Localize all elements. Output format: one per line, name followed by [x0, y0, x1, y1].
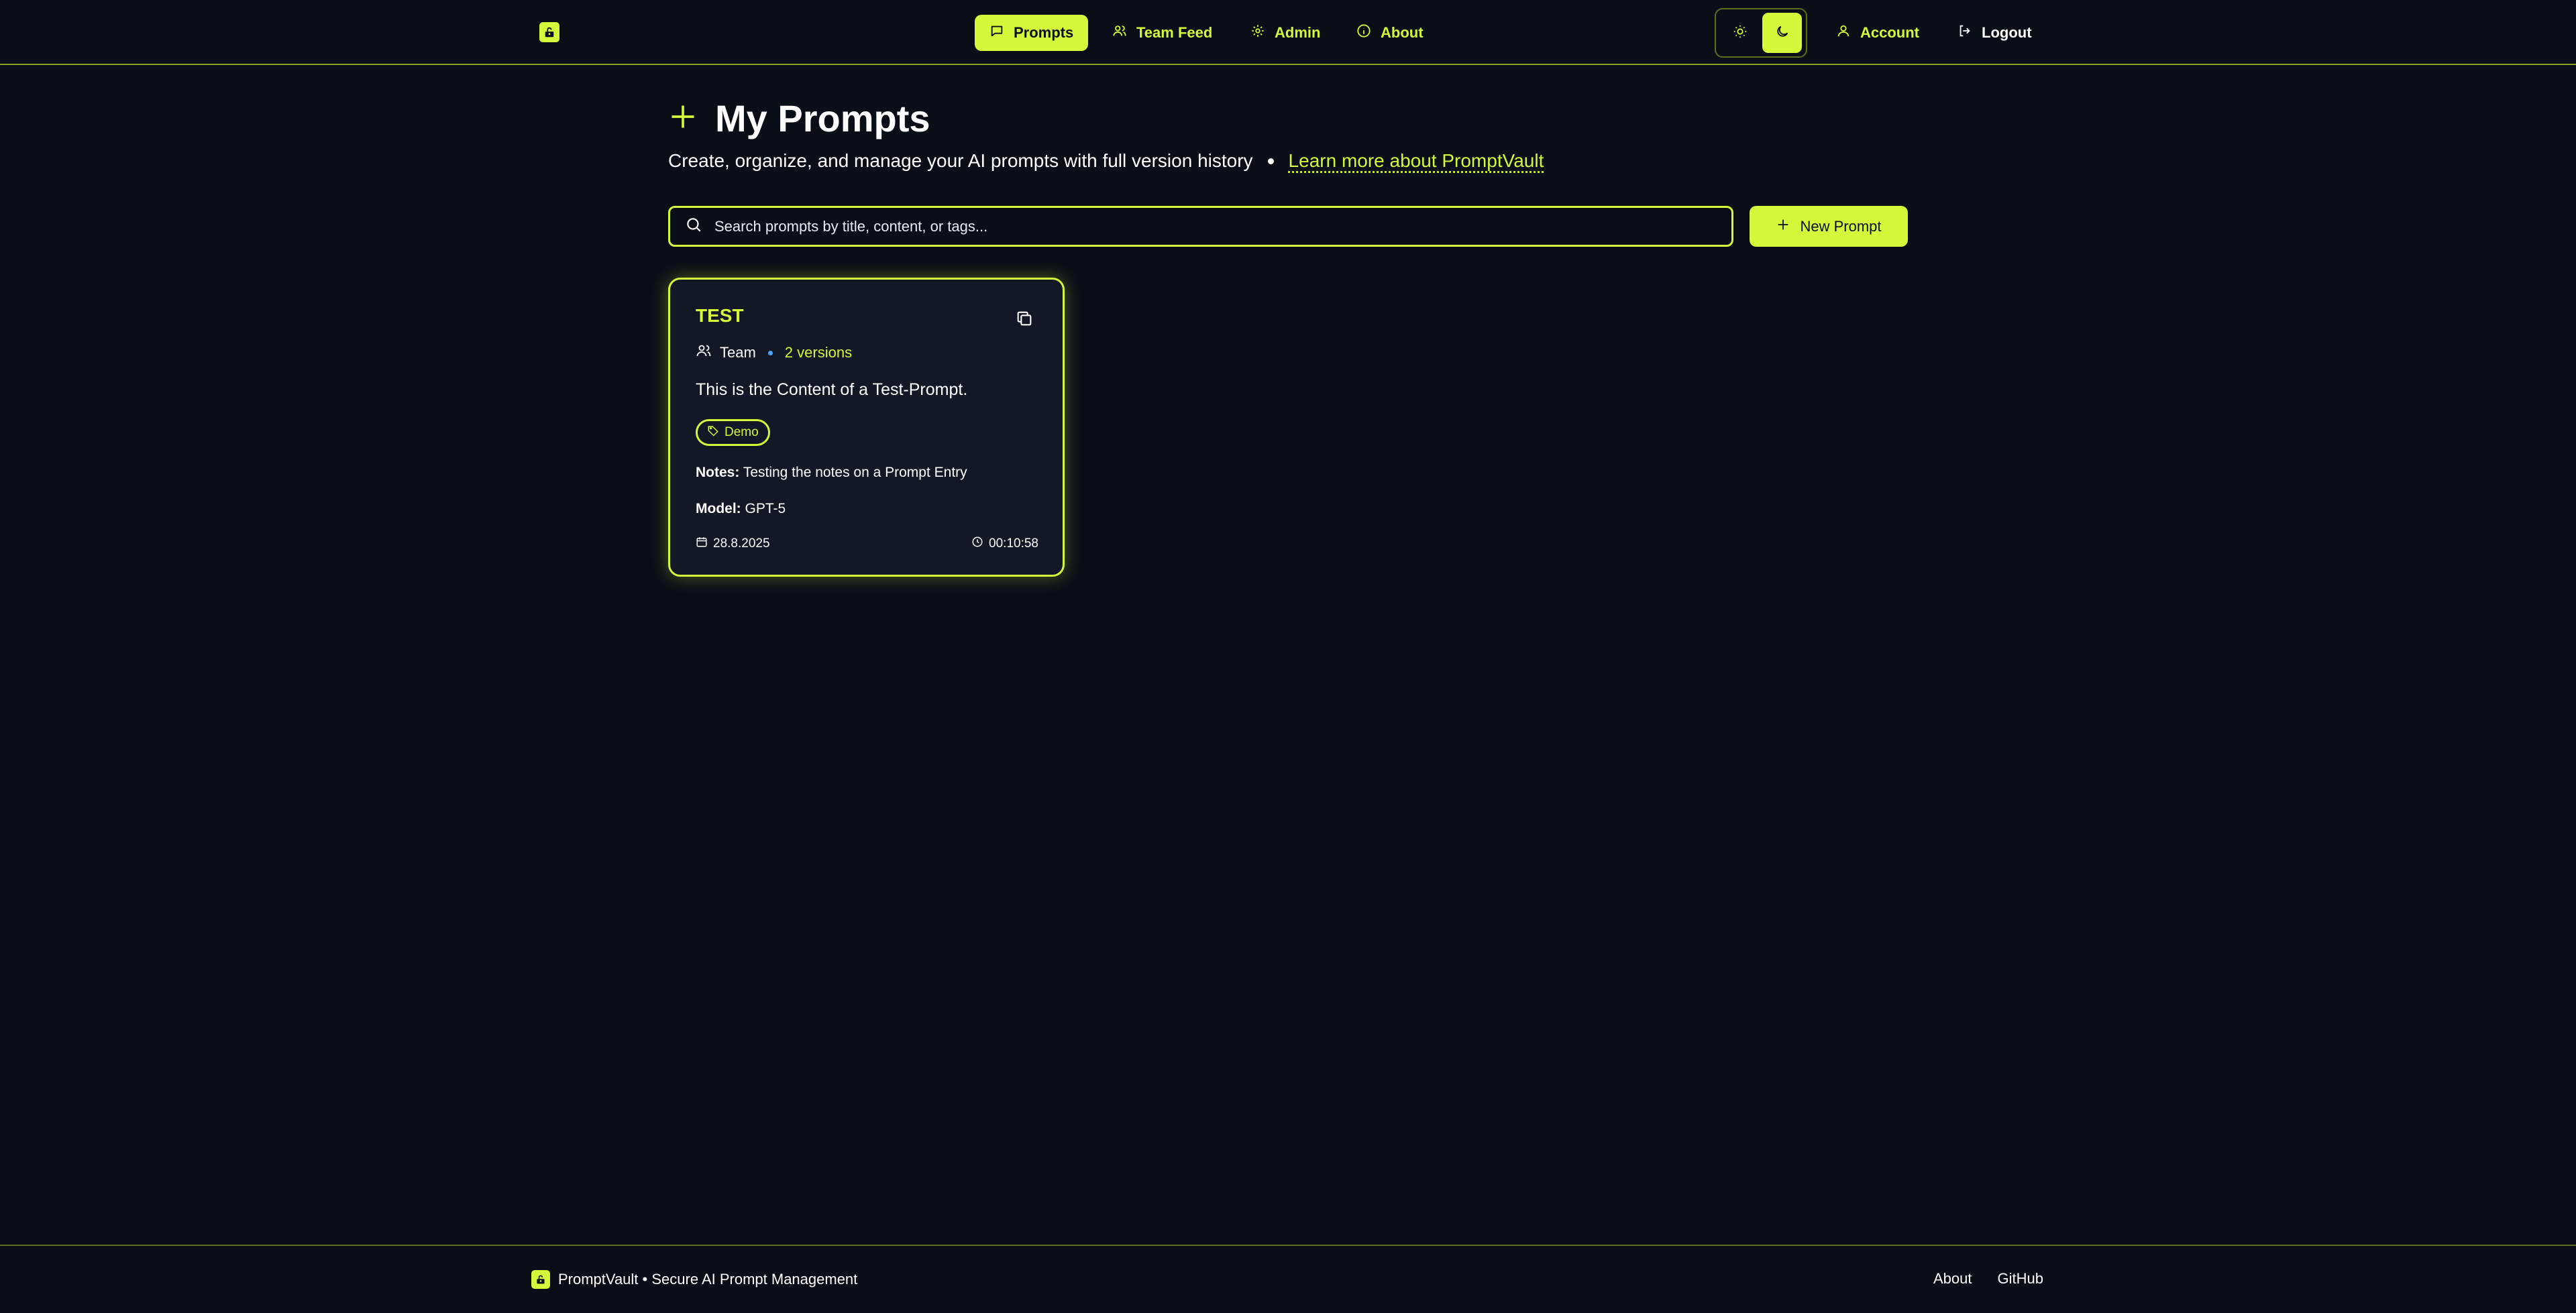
search-input[interactable] — [714, 217, 1717, 235]
nav-team-feed[interactable]: Team Feed — [1097, 15, 1227, 51]
time-value: 00:10:58 — [989, 536, 1038, 551]
tag-label: Demo — [724, 425, 759, 439]
prompt-date: 28.8.2025 — [696, 536, 770, 552]
prompt-content: This is the Content of a Test-Prompt. — [696, 380, 968, 399]
tag-badge[interactable]: Demo — [696, 419, 770, 446]
nav-prompts-label: Prompts — [1014, 24, 1074, 41]
prompt-notes: Notes: Testing the notes on a Prompt Ent… — [696, 465, 967, 481]
users-icon — [1112, 23, 1127, 42]
separator-dot — [1267, 158, 1274, 164]
learn-more-link[interactable]: Learn more about PromptVault — [1289, 150, 1544, 172]
dark-theme-button[interactable] — [1762, 13, 1802, 53]
new-prompt-label: New Prompt — [1800, 217, 1882, 235]
nav-admin[interactable]: Admin — [1236, 15, 1335, 51]
meta-separator — [767, 350, 773, 355]
plus-icon — [1776, 217, 1790, 236]
logout-label: Logout — [1982, 24, 2032, 41]
prompt-card[interactable]: TEST Team 2 versions This is the Content… — [668, 278, 1065, 577]
footer-brand: PromptVault • Secure AI Prompt Managemen… — [531, 1270, 857, 1289]
top-navbar: Prompts Team Feed Admin About Account Lo… — [0, 0, 2576, 65]
prompt-title[interactable]: TEST — [696, 305, 744, 327]
prompt-model: Model: GPT-5 — [696, 501, 786, 517]
prompt-meta: Team 2 versions — [696, 343, 852, 363]
account-link[interactable]: Account — [1836, 15, 1919, 51]
model-label: Model: — [696, 501, 741, 516]
light-theme-button[interactable] — [1720, 13, 1760, 53]
message-icon — [989, 23, 1004, 42]
calendar-icon — [696, 536, 708, 552]
subtitle-text: Create, organize, and manage your AI pro… — [668, 150, 1253, 171]
logout-icon — [1957, 23, 1972, 42]
gear-icon — [1250, 23, 1265, 42]
footer: PromptVault • Secure AI Prompt Managemen… — [0, 1245, 2576, 1313]
account-label: Account — [1860, 24, 1919, 41]
copy-icon[interactable] — [1015, 309, 1034, 328]
footer-about-link[interactable]: About — [1933, 1270, 1972, 1288]
user-icon — [1836, 23, 1851, 42]
tag-icon — [707, 424, 719, 441]
prompt-time: 00:10:58 — [971, 536, 1038, 552]
info-icon — [1356, 23, 1371, 42]
search-bar[interactable] — [668, 206, 1733, 247]
theme-toggle — [1715, 8, 1807, 58]
footer-links: About GitHub — [1933, 1270, 2043, 1288]
users-icon — [696, 343, 712, 363]
footer-github-link[interactable]: GitHub — [1998, 1270, 2043, 1288]
model-value: GPT-5 — [745, 501, 786, 516]
sun-icon — [1733, 24, 1748, 42]
footer-brand-text: PromptVault • Secure AI Prompt Managemen… — [558, 1271, 858, 1288]
visibility-label: Team — [720, 344, 756, 361]
clock-icon — [971, 536, 983, 552]
nav-prompts[interactable]: Prompts — [975, 15, 1089, 51]
new-prompt-button[interactable]: New Prompt — [1750, 206, 1908, 247]
logout-button[interactable]: Logout — [1957, 15, 2032, 51]
plus-icon — [668, 102, 698, 135]
moon-icon — [1775, 24, 1790, 42]
nav-about-label: About — [1381, 24, 1424, 41]
main-nav: Prompts Team Feed Admin About — [0, 0, 2576, 65]
nav-about[interactable]: About — [1342, 15, 1438, 51]
nav-team-feed-label: Team Feed — [1136, 24, 1213, 41]
date-value: 28.8.2025 — [713, 536, 770, 551]
page-title: My Prompts — [668, 93, 930, 144]
notes-label: Notes: — [696, 465, 740, 480]
page-heading: My Prompts — [715, 97, 930, 139]
notes-text: Testing the notes on a Prompt Entry — [743, 465, 967, 480]
versions-link[interactable]: 2 versions — [785, 344, 852, 361]
page-subtitle: Create, organize, and manage your AI pro… — [668, 148, 1544, 174]
key-logo-icon — [531, 1270, 550, 1289]
search-icon — [685, 216, 702, 237]
nav-admin-label: Admin — [1275, 24, 1321, 41]
